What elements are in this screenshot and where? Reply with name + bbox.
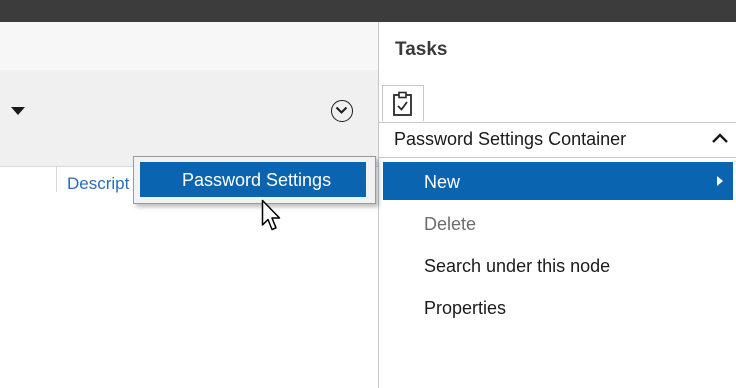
section-header[interactable]: Password Settings Container <box>379 122 736 158</box>
window-titlebar <box>0 0 736 22</box>
mouse-cursor-icon <box>261 199 281 231</box>
expand-chevron-icon[interactable] <box>331 100 353 122</box>
tasks-toolbar <box>379 82 736 123</box>
task-properties[interactable]: Properties <box>383 288 733 326</box>
task-search-under-node[interactable]: Search under this node <box>383 246 733 284</box>
tasks-pane: Tasks Password Settings Container New De… <box>378 22 736 388</box>
submenu-arrow-icon <box>717 176 723 186</box>
clipboard-icon <box>393 91 412 116</box>
task-label: Search under this node <box>424 256 611 276</box>
clipboard-button[interactable] <box>382 85 424 121</box>
submenu-item-password-settings[interactable]: Password Settings <box>140 162 366 197</box>
task-label: Properties <box>424 298 507 318</box>
column-divider[interactable] <box>56 166 57 192</box>
task-delete[interactable]: Delete <box>383 204 733 242</box>
task-new[interactable]: New <box>383 162 733 200</box>
chevron-up-icon[interactable] <box>711 131 729 145</box>
description-column-header[interactable]: Descript <box>67 174 129 194</box>
dropdown-arrow-icon[interactable] <box>11 107 25 115</box>
content-header <box>0 22 378 70</box>
section-title: Password Settings Container <box>394 129 627 149</box>
task-label: New <box>424 172 461 192</box>
new-submenu: Password Settings <box>133 156 376 204</box>
filter-bar <box>0 70 378 167</box>
task-label: Delete <box>424 214 477 234</box>
content-pane: Descript <box>0 22 378 388</box>
submenu-item-label: Password Settings <box>182 170 332 190</box>
tasks-title: Tasks <box>395 39 448 60</box>
